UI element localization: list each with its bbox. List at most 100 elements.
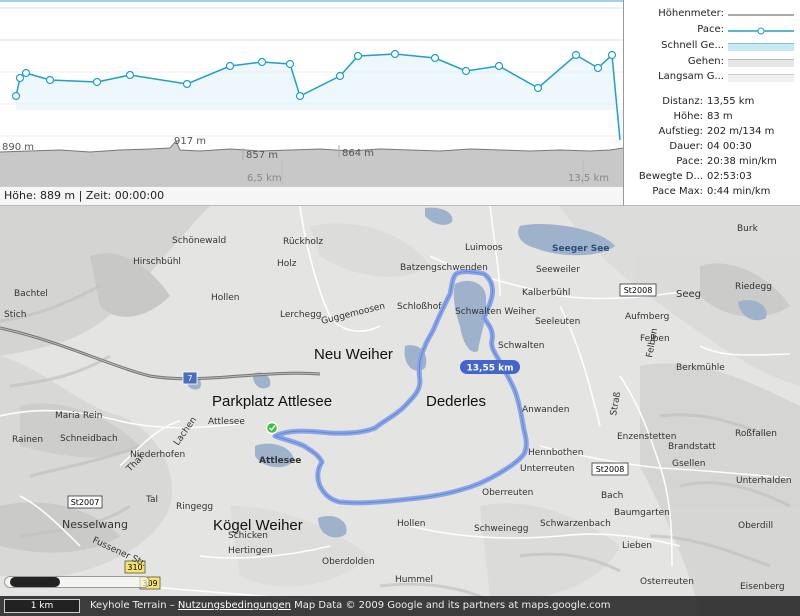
legend-langsam-gehen[interactable]: Langsam G... [624,71,800,85]
stat-distanz: Distanz: 13,55 km [624,96,800,110]
place-riedegg: Riedegg [735,282,772,292]
stat-key: Bewegte D... [638,171,703,182]
start-marker-icon[interactable] [265,421,279,435]
place-tal: Tal [145,495,158,505]
elev-label-917: 917 m [174,136,206,147]
shield-st2008-b: St2008 [596,465,625,474]
place-unterreuten: Unterreuten [520,464,574,474]
stat-value: 13,55 km [707,96,755,107]
elev-label-890: 890 m [2,142,34,153]
profile-chart[interactable]: 890 m 917 m 857 m 864 m 6,5 km 13,5 km [0,0,623,186]
stat-value: 0:44 min/km [707,186,771,197]
place-luimoos: Luimoos [465,243,503,253]
place-lieben: Lieben [622,541,652,551]
place-hennbothen: Hennbothen [528,448,583,458]
route-viewer: 890 m 917 m 857 m 864 m 6,5 km 13,5 km H… [0,0,800,616]
place-schwarzen-weiher: Schwalten Weiher [455,307,536,317]
legend-pace[interactable]: Pace: [624,24,800,38]
place-eisenberg: Eisenberg [740,582,785,592]
legend-swatch-pace [728,27,794,35]
place-schweinegg: Schweinegg [474,524,528,534]
legend-swatch-line-gray [728,14,794,16]
attribution: Keyhole Terrain – Nutzungsbedingungen Ma… [90,596,611,616]
legend-label: Langsam G... [658,71,724,82]
place-oberreuten: Oberreuten [482,488,533,498]
place-rainen: Rainen [12,435,43,445]
place-schoenewald: Schönewald [172,236,226,246]
terrain-label: Keyhole Terrain – [90,600,178,611]
stat-dauer: Dauer: 04 00:30 [624,141,800,155]
attribution-text: Map Data © 2009 Google and its partners … [290,600,611,611]
dist-label-13-5: 13,5 km [568,173,609,184]
legend-label: Pace: [697,24,724,35]
place-aufmberg: Aufmberg [625,312,669,322]
legend-label: Schnell Ge... [661,40,724,51]
place-hertingen: Hertingen [228,546,273,556]
terms-link[interactable]: Nutzungsbedingungen [178,600,291,611]
route-distance-label: 13,55 km [467,364,514,374]
place-seeger-see: Seeger See [552,244,610,254]
stat-value: 20:38 min/km [707,156,777,167]
stat-key: Dauer: [669,141,703,152]
legend-hoehenmeter[interactable]: Höhenmeter: [624,8,800,22]
place-attlesee: Attlesee [259,456,301,466]
profile-chart-svg: 890 m 917 m 857 m 864 m 6,5 km 13,5 km [0,0,623,186]
place-nesselwang: Nesselwang [62,518,128,531]
shield-st2007: St2007 [71,498,100,507]
legend-swatch-lightgray [728,74,794,82]
stat-aufstieg: Aufstieg: 202 m/134 m [624,126,800,140]
dist-label-6-5: 6,5 km [247,173,282,184]
place-parkplatz-attlesee: Parkplatz Attlesee [212,393,332,410]
terrain-map[interactable]: 13,55 km St2008 St2008 St2007 7 310 309 … [0,206,800,616]
place-schneidbach: Schneidbach [60,434,118,444]
place-gsellen: Gsellen [672,459,705,469]
place-seeg: Seeg [676,289,701,300]
stat-key: Pace Max: [652,186,703,197]
stat-bewegte-dauer: Bewegte D... 02:53:03 [624,171,800,185]
place-bachtel: Bachtel [14,289,48,299]
scale-bar: 1 km [4,599,80,613]
stat-value: 202 m/134 m [707,126,775,137]
map-footer: 1 km Keyhole Terrain – Nutzungsbedingung… [0,596,800,616]
place-holz: Holz [277,259,297,269]
map-scrollbar-thumb[interactable] [10,577,60,587]
place-batzengschwenden: Batzengschwenden [400,263,488,273]
place-rossfallen: Roßfallen [735,429,777,439]
place-berkmuehle: Berkmühle [676,363,725,373]
place-baumgarten: Baumgarten [614,508,670,518]
place-hollen-2: Hollen [397,519,426,529]
stat-key: Aufstieg: [658,126,703,137]
elev-label-864: 864 m [342,148,374,159]
place-seeweiler: Seeweiler [536,265,580,275]
place-enzenstetten: Enzenstetten [617,432,676,442]
place-oberdill: Oberdill [738,521,773,531]
place-neu-weiher: Neu Weiher [314,346,393,363]
place-seeleuten: Seeleuten [535,317,580,327]
stat-key: Höhe: [673,111,704,122]
place-hummel: Hummel [395,575,433,585]
place-schlosshof: Schloßhof [397,302,442,312]
legend-schnell-gehen[interactable]: Schnell Ge... [624,40,800,54]
legend-gehen[interactable]: Gehen: [624,56,800,70]
place-schwalten: Schwalten [498,341,545,351]
elev-label-857: 857 m [246,150,278,161]
place-kalberbuehl: Kalberbühl [522,288,570,298]
stat-key: Pace: [676,156,703,167]
shield-7: 7 [187,374,192,383]
place-lerchegg: Lerchegg [280,310,322,320]
place-anwanden: Anwanden [522,405,569,415]
place-brandstatt: Brandstatt [668,442,716,452]
place-rueckholz: Rückholz [283,237,323,247]
status-bar: Höhe: 889 m | Zeit: 00:00:00 [0,186,623,206]
stat-value: 02:53:03 [707,171,752,182]
place-bach: Bach [601,491,623,501]
legend-swatch-lightblue [728,43,794,51]
place-hollen: Hollen [211,293,240,303]
stat-pace-max: Pace Max: 0:44 min/km [624,186,800,200]
place-ringegg: Ringegg [176,502,213,512]
place-oberdolden: Oberdolden [322,557,375,567]
terrain-map-svg: 13,55 km St2008 St2008 St2007 7 310 309 … [0,206,800,616]
side-panel: Höhenmeter: Pace: Schnell Ge... Gehen: L… [623,0,800,206]
stat-pace: Pace: 20:38 min/km [624,156,800,170]
stat-value: 04 00:30 [707,141,752,152]
